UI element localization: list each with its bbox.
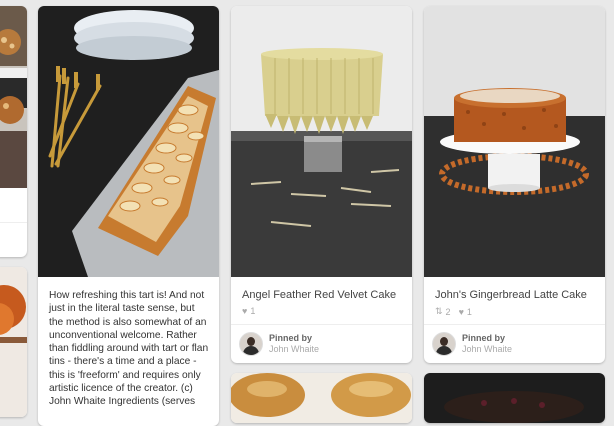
pin-image-gingerbread[interactable]: [424, 6, 605, 277]
repin-icon: ⇅: [435, 306, 443, 316]
pin-description: How refreshing this tart is! And not jus…: [49, 290, 209, 408]
pin-image[interactable]: [424, 373, 605, 423]
pin-card-gingerbread[interactable]: John's Gingerbread Latte Cake ⇅ 2 ♥ 1 Pinn…: [424, 6, 605, 363]
pin-card-angel-feather[interactable]: Angel Feather Red Velvet Cake ♥ 1 Pinned …: [231, 6, 412, 363]
like-count: ♥ 1: [458, 306, 472, 317]
avatar[interactable]: [239, 332, 263, 356]
pin-image[interactable]: [0, 267, 27, 417]
pin-card-left-top[interactable]: [0, 6, 27, 257]
pin-card-left-bottom[interactable]: [0, 267, 27, 417]
pin-image-angel-feather[interactable]: [231, 6, 412, 277]
repin-count: ⇅ 2: [435, 306, 451, 317]
card-divider: [0, 222, 27, 223]
pinned-by-label: Pinned by: [269, 333, 313, 343]
pin-image[interactable]: [0, 6, 27, 188]
pinner-name[interactable]: John Whaite: [269, 344, 319, 355]
pinned-by[interactable]: Pinned by John Whaite: [239, 332, 319, 356]
pin-title[interactable]: John's Gingerbread Latte Cake: [435, 289, 587, 301]
pin-title[interactable]: Angel Feather Red Velvet Cake: [242, 289, 396, 301]
heart-icon: ♥: [242, 306, 248, 316]
pin-image[interactable]: [231, 373, 412, 423]
pin-card-tart[interactable]: How refreshing this tart is! And not jus…: [38, 6, 219, 426]
pin-stats: ⇅ 2 ♥ 1: [435, 306, 472, 317]
pin-image-tart[interactable]: [38, 6, 219, 277]
pinned-by-label: Pinned by: [462, 333, 506, 343]
pin-stats: ♥ 1: [242, 306, 255, 316]
pinner-name[interactable]: John Whaite: [462, 344, 512, 355]
pinned-by[interactable]: Pinned by John Whaite: [432, 332, 512, 356]
card-divider: [424, 324, 605, 325]
card-divider: [231, 324, 412, 325]
pin-card-bottom-right[interactable]: [424, 373, 605, 423]
avatar[interactable]: [432, 332, 456, 356]
heart-icon: ♥: [458, 306, 464, 317]
pin-card-bottom-middle[interactable]: [231, 373, 412, 423]
like-count: ♥ 1: [242, 306, 256, 316]
